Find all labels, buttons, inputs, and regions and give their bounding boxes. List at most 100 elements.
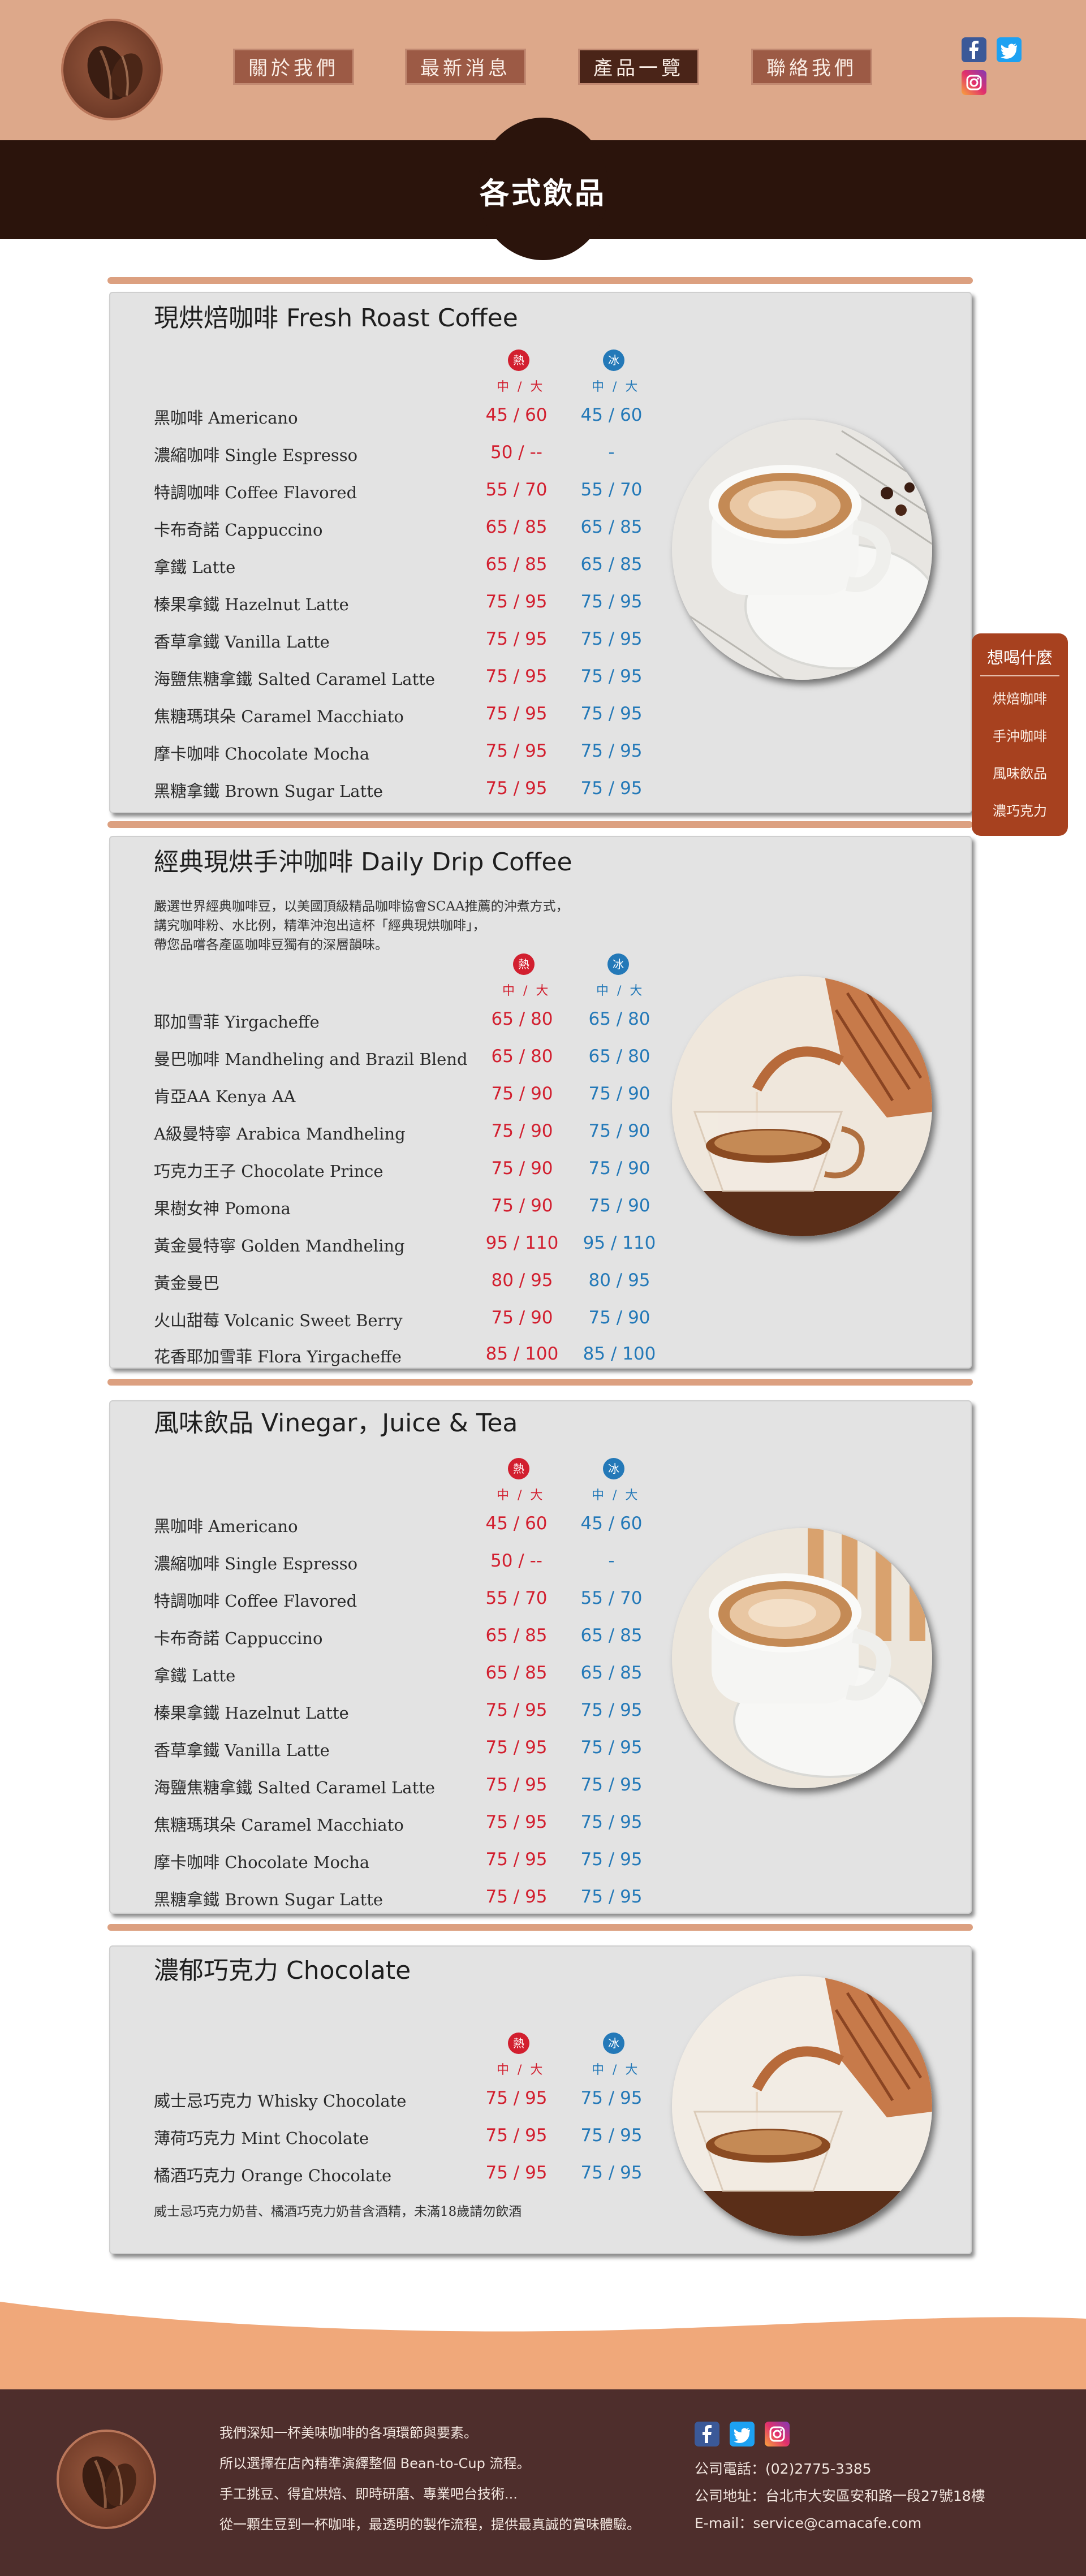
ice-badge: 冰 — [607, 953, 629, 975]
ice-badge: 冰 — [603, 1458, 624, 1479]
hot-price: 65 / 85 — [485, 517, 548, 537]
nav-contact[interactable]: 聯絡我們 — [751, 49, 872, 85]
footer-text-line: 所以選擇在店內精準演繹整個 Bean-to-Cup 流程。 — [219, 2456, 531, 2471]
instagram-icon[interactable] — [962, 70, 986, 95]
ice-price: 75 / 95 — [580, 2163, 643, 2183]
footer-text-line: 從一顆生豆到一杯咖啡，最透明的製作流程，提供最真誠的賞味體驗。 — [219, 2517, 640, 2532]
hot-price: 75 / 95 — [485, 741, 548, 761]
menu-item-name: 摩卡咖啡 Chocolate Mocha — [154, 1853, 370, 1872]
cappuccino-photo — [672, 420, 932, 680]
twitter-icon[interactable] — [997, 37, 1022, 62]
hot-badge: 熱 — [513, 953, 535, 975]
menu-item-name: 拿鐵 Latte — [154, 558, 236, 577]
ice-price: 75 / 95 — [580, 1849, 643, 1870]
hot-price: 75 / 95 — [485, 629, 548, 649]
ice-price: 45 / 60 — [580, 405, 643, 425]
hot-price: 75 / 95 — [485, 1775, 548, 1795]
ice-price: 65 / 85 — [580, 554, 643, 575]
ice-price: 75 / 95 — [580, 1775, 643, 1795]
section-divider — [107, 277, 973, 284]
ice-price: 65 / 80 — [588, 1009, 650, 1029]
menu-item-name: 威士忌巧克力 Whisky Chocolate — [154, 2091, 407, 2111]
menu-item-name: 曼巴咖啡 Mandheling and Brazil Blend — [154, 1050, 468, 1069]
menu-item-name: 特調咖啡 Coffee Flavored — [154, 1591, 357, 1611]
ice-size-label: 中 / 大 — [592, 380, 640, 394]
menu-item-name: 摩卡咖啡 Chocolate Mocha — [154, 744, 370, 763]
hot-price: 75 / 95 — [485, 1812, 548, 1832]
pour-over-photo — [672, 1976, 932, 2236]
alcohol-note: 威士忌巧克力奶昔、橘酒巧克力奶昔含酒精，未滿18歲請勿飲酒 — [154, 2204, 522, 2219]
footer-address: 公司地址：台北市大安區安和路一段27號18樓 — [695, 2488, 985, 2504]
facebook-icon[interactable] — [962, 37, 986, 62]
ice-size-label: 中 / 大 — [592, 2063, 640, 2077]
menu-item-name: 濃縮咖啡 Single Espresso — [154, 1554, 358, 1573]
menu-item-name: 花香耶加雪菲 Flora Yirgacheffe — [154, 1347, 402, 1366]
ice-size-label: 中 / 大 — [592, 1488, 640, 1503]
hot-price: 75 / 95 — [485, 2088, 548, 2108]
menu-item-name: 火山甜莓 Volcanic Sweet Berry — [154, 1311, 403, 1330]
hot-price: 75 / 95 — [485, 1700, 548, 1720]
hot-price: 65 / 80 — [491, 1046, 553, 1067]
ice-price: 55 / 70 — [580, 1588, 643, 1608]
hot-price: 65 / 85 — [485, 1663, 548, 1683]
hot-price: 75 / 90 — [491, 1196, 553, 1216]
hot-price: 55 / 70 — [485, 1588, 548, 1608]
hot-price: 85 / 100 — [485, 1344, 559, 1364]
menu-item-name: 黑咖啡 Americano — [154, 408, 298, 428]
section-divider — [107, 1379, 973, 1386]
footer-text-line: 我們深知一杯美味咖啡的各項環節與要素。 — [219, 2425, 477, 2441]
hot-size-label: 中 / 大 — [497, 2063, 545, 2077]
hot-price: 75 / 95 — [485, 592, 548, 612]
ice-price: 95 / 110 — [583, 1233, 656, 1253]
menu-item-name: 濃縮咖啡 Single Espresso — [154, 446, 358, 465]
ice-price: - — [608, 1551, 615, 1571]
ice-price: 85 / 100 — [583, 1344, 656, 1364]
nav-news[interactable]: 最新消息 — [405, 49, 526, 85]
facebook-icon[interactable] — [695, 2422, 719, 2446]
coffee-bean-logo[interactable] — [61, 19, 163, 120]
hot-price: 50 / -- — [490, 1551, 542, 1571]
hot-badge: 熱 — [508, 1458, 529, 1479]
side-menu-item-drip[interactable]: 手沖咖啡 — [972, 725, 1068, 745]
cappuccino-photo — [672, 1528, 932, 1788]
ice-price: - — [608, 442, 615, 463]
nav-products[interactable]: 產品一覽 — [578, 49, 699, 85]
ice-price: 75 / 90 — [588, 1308, 650, 1328]
side-menu-item-flavor[interactable]: 風味飲品 — [972, 762, 1068, 782]
hot-price: 55 / 70 — [485, 480, 548, 500]
menu-item-name: 焦糖瑪琪朵 Caramel Macchiato — [154, 707, 404, 726]
side-menu-item-roast[interactable]: 烘焙咖啡 — [972, 688, 1068, 707]
side-menu-item-chocolate[interactable]: 濃巧克力 — [972, 800, 1068, 819]
side-menu-divider — [980, 675, 1059, 676]
footer-text-line: 手工挑豆、得宜烘焙、即時研磨、專業吧台技術... — [219, 2486, 518, 2502]
twitter-icon[interactable] — [730, 2422, 755, 2446]
footer-logo[interactable] — [57, 2430, 156, 2529]
menu-item-name: 橘酒巧克力 Orange Chocolate — [154, 2166, 392, 2185]
section-description-line: 嚴選世界經典咖啡豆，以美國頂級精品咖啡協會SCAA推薦的沖煮方式， — [154, 899, 569, 914]
ice-price: 75 / 95 — [580, 1812, 643, 1832]
menu-item-name: 焦糖瑪琪朵 Caramel Macchiato — [154, 1815, 404, 1835]
menu-item-name: 海鹽焦糖拿鐵 Salted Caramel Latte — [154, 1778, 436, 1797]
section-description-line: 帶您品嚐各產區咖啡豆獨有的深層韻味。 — [154, 938, 388, 952]
ice-price: 75 / 95 — [580, 2088, 643, 2108]
section-divider — [107, 1924, 973, 1931]
menu-item-name: 黑糖拿鐵 Brown Sugar Latte — [154, 1890, 383, 1909]
hot-price: 65 / 80 — [491, 1009, 553, 1029]
hot-price: 75 / 90 — [491, 1084, 553, 1104]
hot-price: 45 / 60 — [485, 1513, 548, 1534]
ice-price: 65 / 80 — [588, 1046, 650, 1067]
footer-email[interactable]: E-mail：service@camacafe.com — [695, 2512, 921, 2532]
menu-item-name: 黑咖啡 Americano — [154, 1517, 298, 1536]
pour-over-photo — [672, 976, 932, 1236]
hot-price: 45 / 60 — [485, 405, 548, 425]
ice-price: 75 / 90 — [588, 1158, 650, 1179]
hot-price: 80 / 95 — [491, 1270, 553, 1291]
section-divider — [107, 821, 973, 828]
hot-price: 50 / -- — [490, 442, 542, 463]
hot-price: 75 / 95 — [485, 778, 548, 799]
instagram-icon[interactable] — [765, 2422, 790, 2446]
menu-item-name: 榛果拿鐵 Hazelnut Latte — [154, 1703, 349, 1723]
ice-price: 65 / 85 — [580, 1663, 643, 1683]
ice-price: 75 / 95 — [580, 704, 643, 724]
nav-about[interactable]: 關於我們 — [233, 49, 354, 85]
